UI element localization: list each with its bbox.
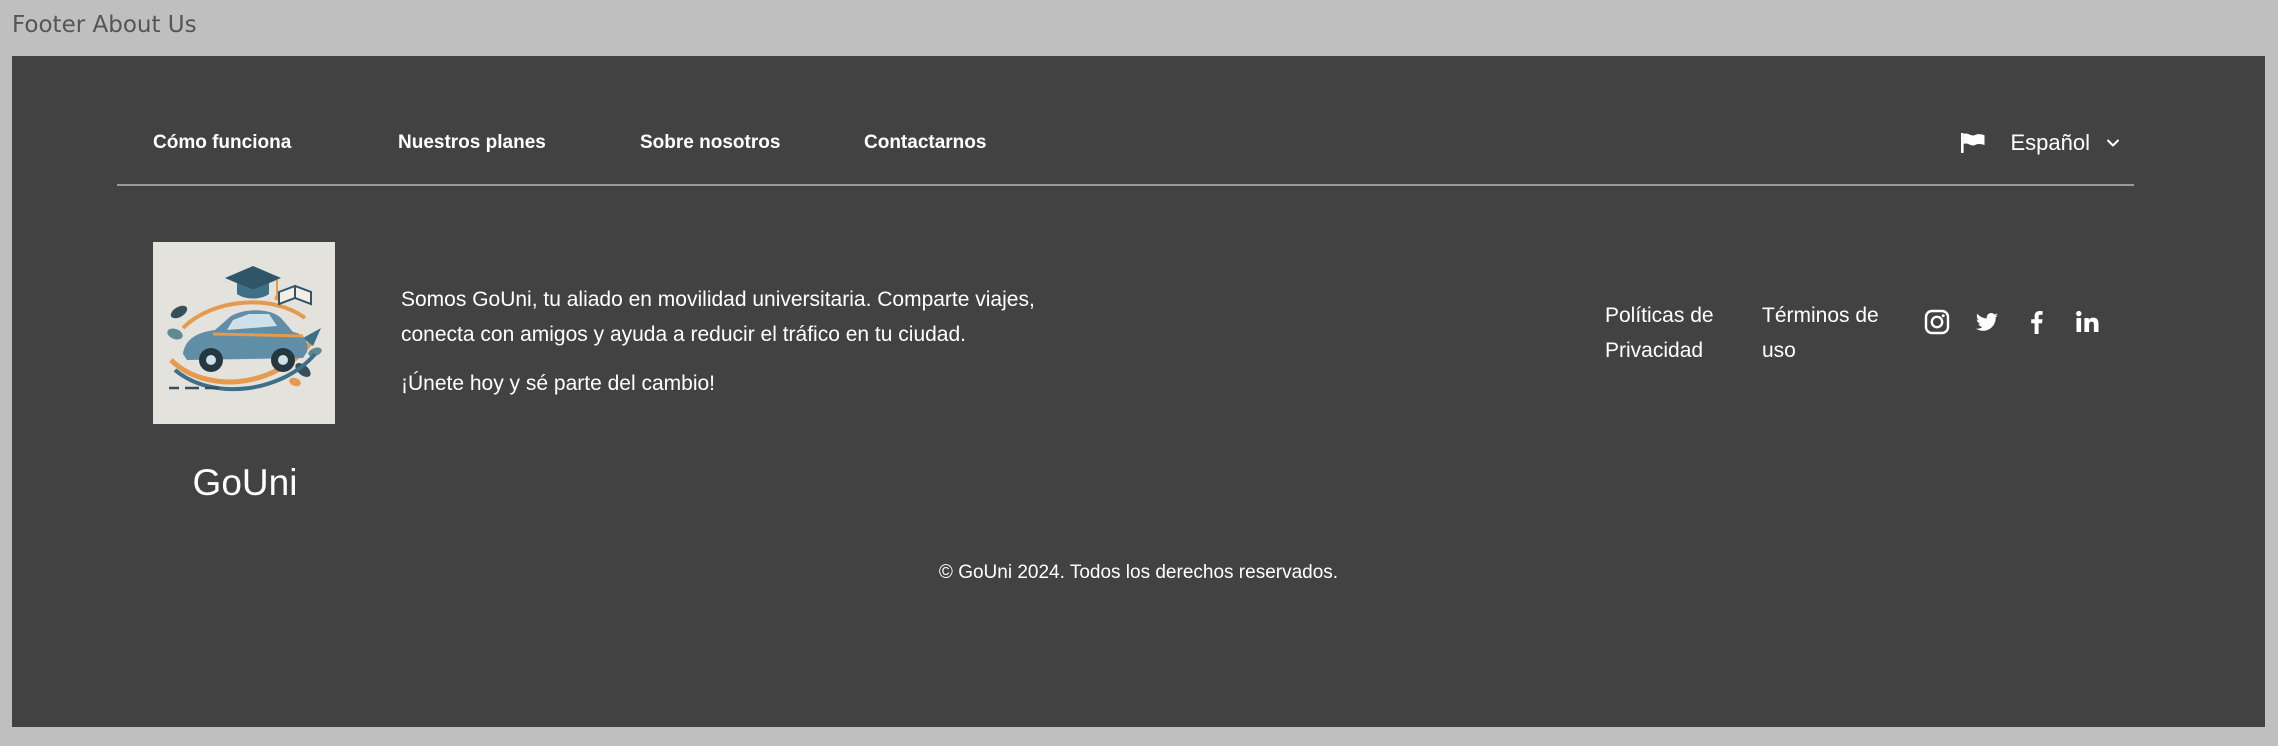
flag-icon bbox=[1960, 132, 1986, 154]
nav-link-contactarnos[interactable]: Contactarnos bbox=[864, 132, 986, 154]
language-selector[interactable]: Español bbox=[1960, 130, 2120, 156]
twitter-icon[interactable] bbox=[1973, 308, 2001, 336]
site-footer: Cómo funciona Nuestros planes Sobre noso… bbox=[12, 56, 2265, 727]
nav-link-como-funciona[interactable]: Cómo funciona bbox=[153, 132, 291, 154]
facebook-icon[interactable] bbox=[2023, 308, 2051, 336]
linkedin-icon[interactable] bbox=[2073, 308, 2101, 336]
about-section: Somos GoUni, tu aliado en movilidad univ… bbox=[401, 282, 1101, 401]
footer-nav: Cómo funciona Nuestros planes Sobre noso… bbox=[117, 56, 2134, 186]
chevron-down-icon bbox=[2106, 136, 2120, 150]
nav-link-nuestros-planes[interactable]: Nuestros planes bbox=[398, 132, 546, 154]
canvas-title: Footer About Us bbox=[12, 12, 197, 38]
about-cta: ¡Únete hoy y sé parte del cambio! bbox=[401, 372, 715, 395]
copyright-text: © GoUni 2024. Todos los derechos reserva… bbox=[938, 562, 1339, 583]
brand-name: GoUni bbox=[192, 462, 298, 503]
about-text: Somos GoUni, tu aliado en movilidad univ… bbox=[401, 288, 1035, 346]
privacy-policy-link[interactable]: Políticas de Privacidad bbox=[1605, 298, 1745, 368]
terms-of-use-link[interactable]: Términos de uso bbox=[1762, 298, 1892, 368]
nav-link-sobre-nosotros[interactable]: Sobre nosotros bbox=[640, 132, 780, 154]
brand-logo bbox=[153, 242, 335, 424]
language-label: Español bbox=[2010, 130, 2090, 155]
instagram-icon[interactable] bbox=[1923, 308, 1951, 336]
